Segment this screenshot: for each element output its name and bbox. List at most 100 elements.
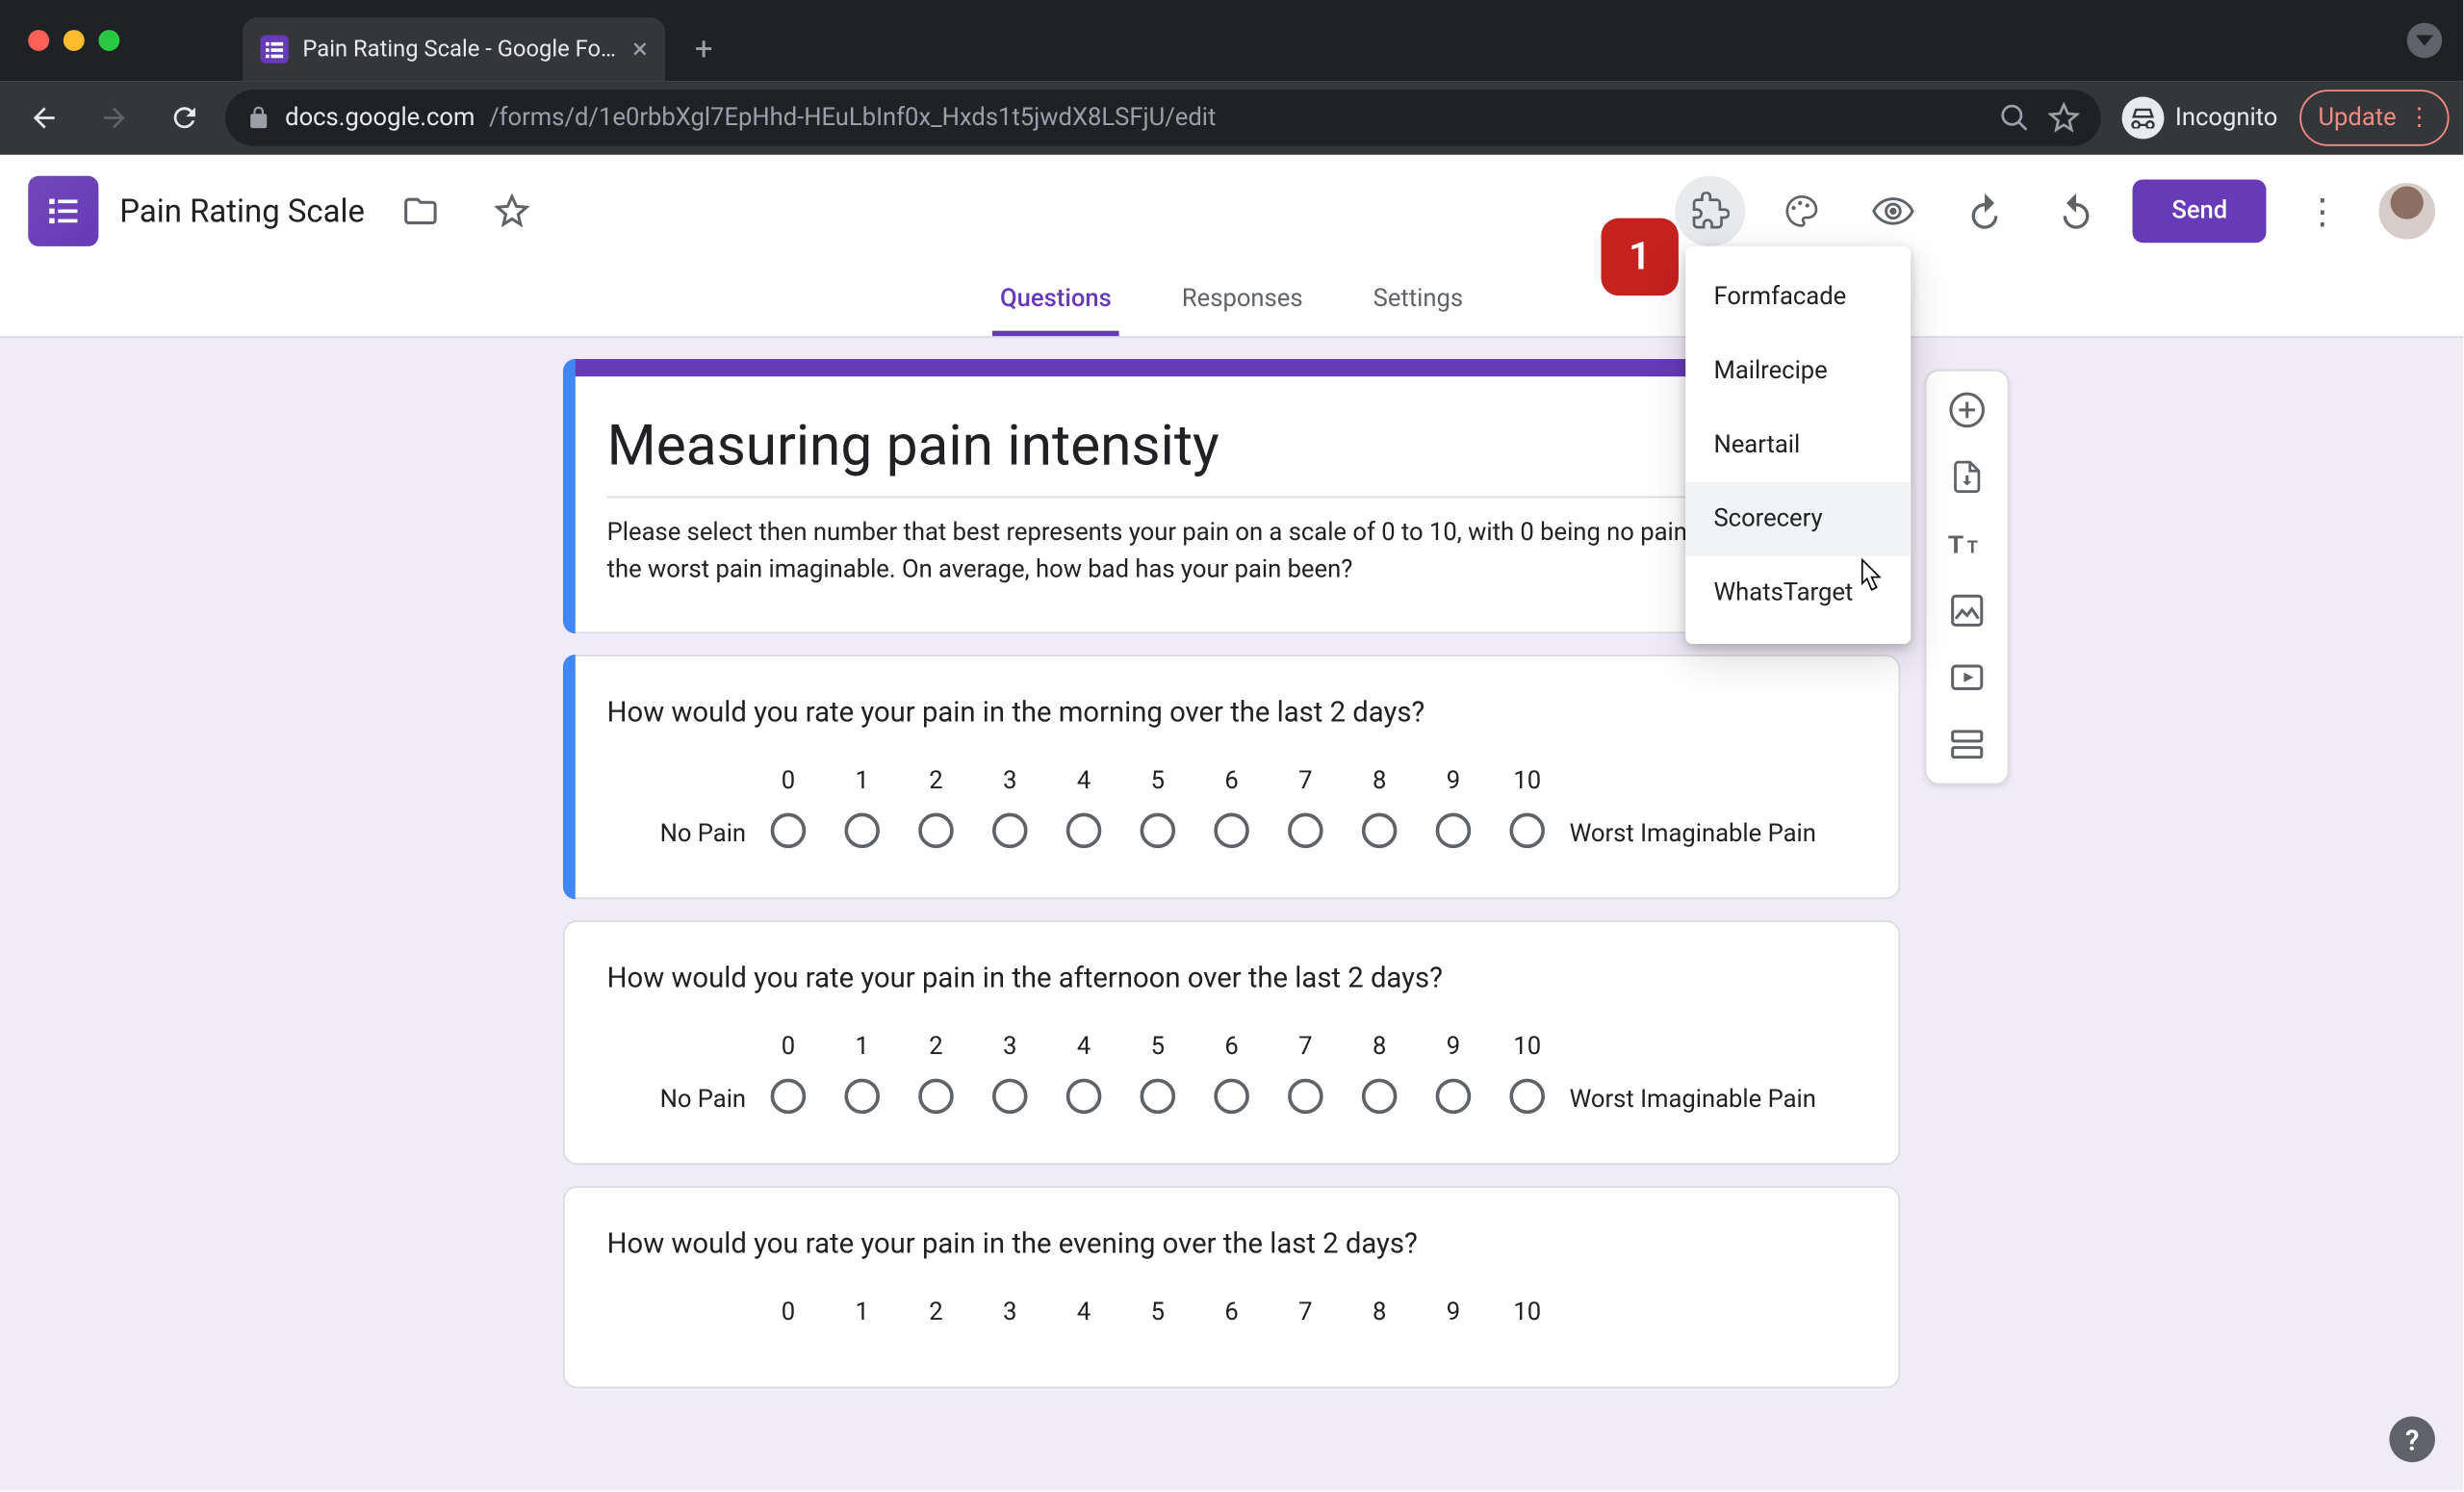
question-card[interactable]: How would you rate your pain in the afte… (563, 920, 1900, 1165)
question-title[interactable]: How would you rate your pain in the even… (607, 1226, 1857, 1260)
scale-number-row: 0 1 2 3 4 5 6 7 8 9 10 (607, 767, 1857, 795)
scale-number-row: 0 1 2 3 4 5 6 7 8 9 10 (607, 1033, 1857, 1061)
question-title[interactable]: How would you rate your pain in the morn… (607, 695, 1857, 729)
addons-menu-item[interactable]: Scorecery (1685, 482, 1911, 556)
scale-radio-row: No Pain Worst Imaginable Pain (607, 813, 1857, 856)
scale-high-label: Worst Imaginable Pain (1570, 1086, 1851, 1114)
scale-radio[interactable] (771, 813, 807, 849)
import-questions-icon[interactable] (1936, 445, 1999, 508)
zoom-icon[interactable] (1999, 102, 2031, 134)
browser-tab-active[interactable]: Pain Rating Scale - Google Forms × (243, 17, 665, 81)
forms-header: Pain Rating Scale 1 Send ⋮ Formfacade Ma… (0, 155, 2463, 268)
tab-responses[interactable]: Responses (1175, 285, 1310, 336)
scale-radio[interactable] (844, 1079, 880, 1115)
scale-low-label: No Pain (612, 820, 746, 848)
scale-radio[interactable] (1214, 1079, 1249, 1115)
forms-favicon-icon (261, 36, 289, 64)
scale-radio[interactable] (1288, 1079, 1323, 1115)
browser-tab-title: Pain Rating Scale - Google Forms (302, 36, 618, 62)
tab-settings[interactable]: Settings (1366, 285, 1470, 336)
tab-overflow-icon[interactable] (2407, 23, 2443, 59)
question-card[interactable]: How would you rate your pain in the even… (563, 1186, 1900, 1388)
window-controls (28, 30, 119, 51)
new-tab-button[interactable]: + (680, 25, 729, 74)
forms-logo-icon[interactable] (28, 176, 98, 246)
star-icon[interactable] (477, 176, 548, 246)
back-button[interactable] (14, 88, 74, 147)
scale-radio[interactable] (1066, 813, 1102, 849)
send-button[interactable]: Send (2133, 179, 2266, 243)
svg-text:T: T (1948, 530, 1964, 559)
question-card[interactable]: How would you rate your pain in the morn… (563, 655, 1900, 899)
window-close-icon[interactable] (28, 30, 49, 51)
bookmark-icon[interactable] (2048, 102, 2080, 134)
add-video-icon[interactable] (1936, 646, 1999, 709)
url-path: /forms/d/1e0rbbXgl7EpHhd-HEuLbInf0x_Hxds… (489, 104, 1216, 132)
window-minimize-icon[interactable] (64, 30, 85, 51)
add-title-icon[interactable]: TT (1936, 512, 1999, 576)
scale-radio[interactable] (1288, 813, 1323, 849)
preview-icon[interactable] (1859, 176, 1929, 246)
undo-icon[interactable] (1950, 176, 2020, 246)
notification-badge: 1 (1601, 219, 1678, 296)
scale-radio[interactable] (1141, 1079, 1176, 1115)
svg-text:T: T (1967, 538, 1978, 557)
scale-radio[interactable] (1066, 1079, 1102, 1115)
forward-button[interactable] (85, 88, 144, 147)
scale-radio[interactable] (918, 813, 954, 849)
scale-low-label: No Pain (612, 1086, 746, 1114)
addons-menu-item[interactable]: Neartail (1685, 408, 1911, 482)
address-bar[interactable]: docs.google.com/forms/d/1e0rbbXgl7EpHhd-… (225, 90, 2101, 145)
addons-button[interactable] (1676, 176, 1746, 246)
lock-icon (246, 106, 271, 131)
move-to-folder-icon[interactable] (386, 176, 456, 246)
scale-radio[interactable] (1509, 1079, 1545, 1115)
scale-high-label: Worst Imaginable Pain (1570, 820, 1851, 848)
addons-menu-item[interactable]: WhatsTarget (1685, 556, 1911, 630)
tab-close-icon[interactable]: × (632, 36, 648, 64)
scale-number-row: 0 1 2 3 4 5 6 7 8 9 10 (607, 1299, 1857, 1326)
addons-menu-item[interactable]: Mailrecipe (1685, 334, 1911, 408)
scale-radio[interactable] (771, 1079, 807, 1115)
scale-radio[interactable] (992, 813, 1028, 849)
browser-tabstrip: Pain Rating Scale - Google Forms × + (0, 0, 2463, 81)
update-label: Update (2318, 104, 2396, 132)
add-section-icon[interactable] (1936, 712, 1999, 776)
scale-radio[interactable] (1436, 813, 1472, 849)
scale-radio[interactable] (1141, 813, 1176, 849)
theme-icon[interactable] (1767, 176, 1837, 246)
redo-icon[interactable] (2041, 176, 2112, 246)
form-description[interactable]: Please select then number that best repr… (607, 496, 1857, 589)
scale-radio[interactable] (1214, 813, 1249, 849)
scale-radio[interactable] (844, 813, 880, 849)
question-side-toolbar: TT (1925, 370, 2010, 785)
scale-radio[interactable] (918, 1079, 954, 1115)
question-title[interactable]: How would you rate your pain in the afte… (607, 961, 1857, 994)
incognito-label: Incognito (2175, 104, 2278, 132)
kebab-icon: ⋮ (2407, 104, 2430, 132)
scale-radio[interactable] (1362, 813, 1398, 849)
document-title[interactable]: Pain Rating Scale (119, 193, 365, 229)
incognito-chip[interactable]: Incognito (2122, 97, 2277, 140)
addons-menu: Formfacade Mailrecipe Neartail Scorecery… (1685, 246, 1911, 644)
scale-radio[interactable] (1362, 1079, 1398, 1115)
url-host: docs.google.com (285, 104, 475, 132)
scale-radio-row: No Pain Worst Imaginable Pain (607, 1079, 1857, 1121)
form-canvas: TT Measuring pain intensity Please selec… (0, 338, 2463, 1490)
update-button[interactable]: Update ⋮ (2298, 90, 2449, 145)
reload-button[interactable] (155, 88, 215, 147)
help-icon[interactable]: ? (2389, 1417, 2435, 1463)
scale-radio[interactable] (992, 1079, 1028, 1115)
browser-toolbar: docs.google.com/forms/d/1e0rbbXgl7EpHhd-… (0, 81, 2463, 155)
window-zoom-icon[interactable] (98, 30, 119, 51)
more-header-icon[interactable]: ⋮ (2287, 176, 2357, 246)
form-title[interactable]: Measuring pain intensity (607, 412, 1857, 478)
forms-tabs: Questions Responses Settings (0, 268, 2463, 338)
add-image-icon[interactable] (1936, 579, 1999, 642)
scale-radio[interactable] (1436, 1079, 1472, 1115)
add-question-icon[interactable] (1936, 378, 1999, 442)
scale-radio[interactable] (1509, 813, 1545, 849)
account-avatar[interactable] (2378, 183, 2434, 239)
tab-questions[interactable]: Questions (993, 285, 1118, 336)
addons-menu-item[interactable]: Formfacade (1685, 261, 1911, 335)
